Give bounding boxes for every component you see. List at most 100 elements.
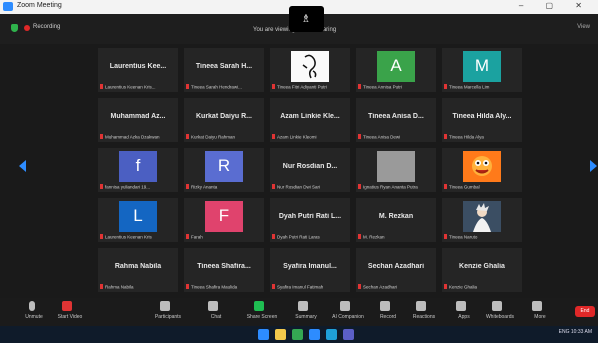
participant-caption-text: Dyah Putri Rati Laras xyxy=(277,234,320,240)
participant-tile[interactable]: Tineea Naruto xyxy=(442,198,522,242)
participant-name: Syafira Imanul... xyxy=(283,263,337,270)
participant-tile[interactable]: Nur Rosdian D... Nur Rosdian Dwi Sari xyxy=(270,148,350,192)
participant-name: M. Rezkan xyxy=(378,213,414,220)
participant-caption-text: Tineea Anisa Dewi xyxy=(363,134,401,140)
muted-mic-icon xyxy=(186,184,189,190)
participant-name: Tineea Hilda Aly... xyxy=(452,113,512,120)
participant-caption: Ignatius Ryan Ananta Putra xyxy=(358,184,434,191)
participant-caption-text: Laurentius Keenan Kris xyxy=(105,234,152,240)
participant-caption-text: Rahma Nabila xyxy=(105,284,134,290)
next-page-arrow-icon[interactable] xyxy=(590,160,597,172)
edge-icon[interactable] xyxy=(326,329,337,340)
participant-tile[interactable]: Tineea Sarah H... Tineea Sarah Hendrawi..… xyxy=(184,48,264,92)
muted-mic-icon xyxy=(186,84,189,90)
cartoon-avatar-icon xyxy=(472,156,492,176)
participant-tile[interactable]: f fannisa yuliandari 19... xyxy=(98,148,178,192)
chrome-icon[interactable] xyxy=(292,329,303,340)
participant-caption-text: Farah xyxy=(191,234,203,240)
toolbar-reactions-button[interactable]: Reactions xyxy=(402,301,446,323)
toolbar-participants-button[interactable]: Participants xyxy=(146,301,190,323)
participant-tile[interactable]: Rahma Nabila Rahma Nabila xyxy=(98,248,178,292)
participant-tile[interactable]: F Farah xyxy=(184,198,264,242)
participant-name: Laurentius Kee... xyxy=(109,63,167,70)
participant-caption-text: Tineea Gumbal xyxy=(449,184,480,190)
participant-name: Kurkat Daiyu R... xyxy=(195,113,252,120)
toolbar-ai-companion-button[interactable]: AI Companion xyxy=(326,301,370,323)
participant-tile[interactable]: M. Rezkan M. Rezkan xyxy=(356,198,436,242)
participant-caption: Tineea Naruto xyxy=(444,234,520,241)
prev-page-arrow-icon[interactable] xyxy=(19,160,26,172)
participants-icon xyxy=(160,301,170,311)
participant-tile[interactable]: Tineea Hilda Aly... Tineea Hilda Alya xyxy=(442,98,522,142)
participant-avatar: M xyxy=(463,51,501,82)
drawing-avatar-icon xyxy=(302,54,317,79)
participant-tile[interactable]: Muhammad Az... Muhammad Azka Dzakwan xyxy=(98,98,178,142)
zoom-logo-icon xyxy=(3,2,13,11)
muted-mic-icon xyxy=(272,84,275,90)
participant-tile[interactable]: Sechan Azadhari Sechan Azadhari xyxy=(356,248,436,292)
window-controls[interactable]: – ▢ ✕ xyxy=(519,1,592,10)
participant-caption-text: Kurkat Daiyu Rahman xyxy=(191,134,236,140)
participant-name: Dyah Putri Rati L... xyxy=(278,213,342,220)
participant-name: Nur Rosdian D... xyxy=(282,163,338,170)
muted-mic-icon xyxy=(358,284,361,290)
muted-mic-icon xyxy=(358,184,361,190)
participant-name: Rahma Nabila xyxy=(114,263,162,270)
apps-icon xyxy=(456,301,466,311)
zoom-icon[interactable] xyxy=(309,329,320,340)
participant-tile[interactable]: Tineea Fitri Adiyanti Putri xyxy=(270,48,350,92)
whiteboard-icon xyxy=(492,301,502,311)
participant-avatar xyxy=(463,201,501,232)
participant-tile[interactable]: Laurentius Kee... Laurentius Keenan Kris.… xyxy=(98,48,178,92)
muted-mic-icon xyxy=(358,134,361,140)
security-shield-icon[interactable] xyxy=(11,24,18,32)
teams-icon[interactable] xyxy=(343,329,354,340)
toolbar-label: Summary xyxy=(295,314,317,320)
toolbar-summary-button[interactable]: Summary xyxy=(284,301,328,323)
toolbar-whiteboards-button[interactable]: Whiteboards xyxy=(478,301,522,323)
participant-tile[interactable]: A Tineea Annisa Putri xyxy=(356,48,436,92)
participant-caption-text: Tineea Fitri Adiyanti Putri xyxy=(277,84,327,90)
muted-mic-icon xyxy=(186,234,189,240)
participant-tile[interactable]: Kurkat Daiyu R... Kurkat Daiyu Rahman xyxy=(184,98,264,142)
participant-tile[interactable]: Tineea Gumbal xyxy=(442,148,522,192)
participant-tile[interactable]: R Rizky Ananta xyxy=(184,148,264,192)
participant-caption: Kurkat Daiyu Rahman xyxy=(186,134,262,141)
avatar-letter: F xyxy=(218,206,230,225)
participant-caption-text: Tineea Shafira Maulida xyxy=(191,284,238,290)
ai-companion-icon xyxy=(340,301,350,311)
participant-tile[interactable]: M Tineea Marcella Lim xyxy=(442,48,522,92)
participant-tile[interactable]: Tineea Shafira... Tineea Shafira Maulida xyxy=(184,248,264,292)
participant-caption: Tineea Sarah Hendrawi... xyxy=(186,84,262,91)
participant-caption: fannisa yuliandari 19... xyxy=(100,184,176,191)
participant-caption: Tineea Fitri Adiyanti Putri xyxy=(272,84,348,91)
toolbar-chat-button[interactable]: Chat xyxy=(194,301,238,323)
windows-icon[interactable] xyxy=(258,329,269,340)
participant-tile[interactable]: Tineea Anisa D... Tineea Anisa Dewi xyxy=(356,98,436,142)
participant-tile[interactable]: Dyah Putri Rati L... Dyah Putri Rati Lara… xyxy=(270,198,350,242)
participant-caption-text: Kenzie Ghalia xyxy=(449,284,478,290)
participant-tile[interactable]: Kenzie Ghalia Kenzie Ghalia xyxy=(442,248,522,292)
participant-caption-text: M. Rezkan xyxy=(363,234,385,240)
muted-mic-icon xyxy=(444,284,447,290)
participant-caption: Syafira Imanul Fatimah xyxy=(272,284,348,291)
participant-avatar: L xyxy=(119,201,157,232)
participant-tile[interactable]: L Laurentius Keenan Kris xyxy=(98,198,178,242)
photo-avatar-icon xyxy=(473,203,491,232)
toolbar-label: AI Companion xyxy=(332,314,364,320)
participant-tile[interactable]: Syafira Imanul... Syafira Imanul Fatimah xyxy=(270,248,350,292)
toolbar-label: Share Screen xyxy=(246,314,278,320)
end-meeting-button[interactable]: End xyxy=(575,306,595,317)
participant-avatar: F xyxy=(205,201,243,232)
toolbar-share-screen-button[interactable]: Share Screen xyxy=(240,301,284,323)
toolbar-more-button[interactable]: More xyxy=(518,301,562,323)
muted-mic-icon xyxy=(444,84,447,90)
participant-caption-text: Tineea Marcella Lim xyxy=(449,84,490,90)
participant-tile[interactable]: Azam Linkie Kle... Azam Linkie Kleomi xyxy=(270,98,350,142)
file-explorer-icon[interactable] xyxy=(275,329,286,340)
participant-tile[interactable]: Ignatius Ryan Ananta Putra xyxy=(356,148,436,192)
participant-caption-text: Laurentius Keenan Kris... xyxy=(105,84,156,90)
toolbar-start-video-button[interactable]: Start Video xyxy=(48,301,92,323)
participant-name: Tineea Sarah H... xyxy=(195,63,253,70)
view-button[interactable]: View xyxy=(577,24,590,30)
